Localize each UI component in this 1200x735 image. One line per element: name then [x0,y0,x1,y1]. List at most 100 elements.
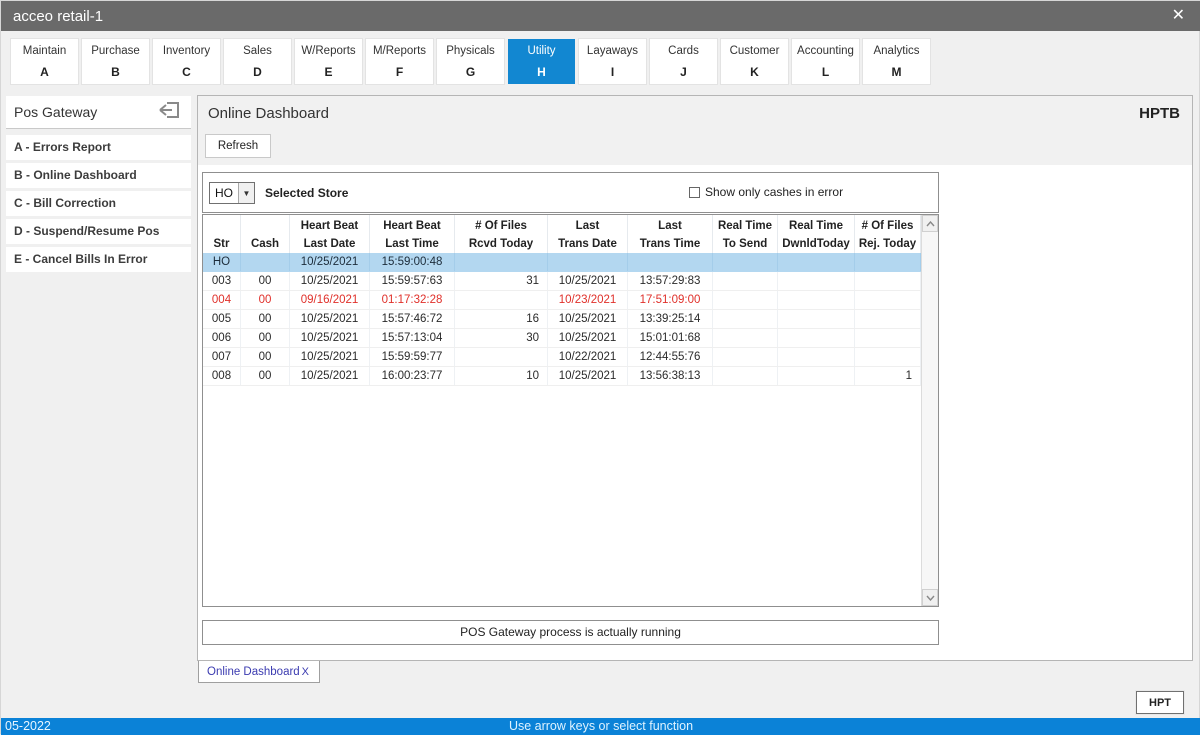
cell-hb_time: 15:59:59:77 [370,348,455,366]
tab-purchase[interactable]: PurchaseB [82,39,149,84]
tab-customer[interactable]: CustomerK [721,39,788,84]
tab-shortcut-key: B [111,65,120,79]
table-row[interactable]: 0040009/16/202101:17:32:2810/23/202117:5… [203,291,921,310]
open-screen-tab[interactable]: Online Dashboard X [198,661,320,683]
sidebar-item-d[interactable]: D - Suspend/Resume Pos [6,219,191,244]
cell-trans_time: 13:57:29:83 [628,272,713,290]
tab-label: Physicals [446,45,495,57]
cell-cash: 00 [241,272,290,290]
column-header-trans_date: LastTrans Date [548,215,628,253]
tab-m-reports[interactable]: M/Reports F [366,39,433,84]
store-dropdown[interactable]: HO ▼ [209,182,255,204]
tab-shortcut-key: F [396,65,403,79]
table-row[interactable]: 0030010/25/202115:59:57:633110/25/202113… [203,272,921,291]
sidebar-title: Pos Gateway [14,104,157,120]
tab-label: W/Reports [301,45,355,57]
column-header-trans_time: LastTrans Time [628,215,713,253]
cell-cash: 00 [241,310,290,328]
tab-w-reports[interactable]: W/Reports E [295,39,362,84]
cell-str: 004 [203,291,241,309]
cell-rt_send [713,253,778,271]
tab-inventory[interactable]: InventoryC [153,39,220,84]
tab-physicals[interactable]: PhysicalsG [437,39,504,84]
cell-files_rej [855,253,921,271]
cell-hb_time: 15:57:13:04 [370,329,455,347]
cell-files_rej [855,329,921,347]
sidebar-item-a[interactable]: A - Errors Report [6,135,191,160]
cell-str: 003 [203,272,241,290]
column-header-line2: Last Date [304,235,356,253]
page-title: Online Dashboard [208,105,329,122]
cell-files_rcvd: 31 [455,272,548,290]
tab-analytics[interactable]: AnalyticsM [863,39,930,84]
tab-sales[interactable]: SalesD [224,39,291,84]
cell-hb_date: 09/16/2021 [290,291,370,309]
open-screen-tab-label: Online Dashboard [199,666,302,678]
return-arrow-icon[interactable] [157,99,183,126]
cell-rt_send [713,291,778,309]
column-header-line1: Real Time [789,217,843,235]
tab-utility[interactable]: UtilityH [508,39,575,84]
cell-trans_time: 17:51:09:00 [628,291,713,309]
cell-hb_date: 10/25/2021 [290,272,370,290]
column-header-line2: Rej. Today [859,235,916,253]
cell-trans_time: 12:44:55:76 [628,348,713,366]
column-header-cash: Cash [241,215,290,253]
column-header-files_rej: # Of FilesRej. Today [855,215,921,253]
sidebar-header: Pos Gateway [6,96,191,129]
table-scrollbar[interactable] [921,215,938,606]
cell-files_rcvd: 30 [455,329,548,347]
chevron-down-icon[interactable]: ▼ [238,183,254,203]
scroll-up-icon[interactable] [922,215,938,232]
sidebar-item-e[interactable]: E - Cancel Bills In Error [6,247,191,272]
tab-label: M/Reports [373,45,426,57]
tab-maintain[interactable]: MaintainA [11,39,78,84]
table-row[interactable]: 0070010/25/202115:59:59:7710/22/202112:4… [203,348,921,367]
cell-rt_dwnld [778,310,855,328]
cell-rt_send [713,367,778,385]
table-row[interactable]: HO10/25/202115:59:00:48 [203,253,921,272]
cell-str: HO [203,253,241,271]
cell-files_rej: 1 [855,367,921,385]
tab-shortcut-key: E [324,65,332,79]
tab-shortcut-key: D [253,65,262,79]
tab-accounting[interactable]: AccountingL [792,39,859,84]
column-header-line1: # Of Files [475,217,527,235]
checkbox-label: Show only cashes in error [705,185,843,199]
column-header-line1: Real Time [718,217,772,235]
sidebar-item-c[interactable]: C - Bill Correction [6,191,191,216]
tab-layaways[interactable]: LayawaysI [579,39,646,84]
scroll-down-icon[interactable] [922,589,938,606]
tab-label: Utility [527,45,555,57]
tab-shortcut-key: M [892,65,902,79]
error-filter-checkbox[interactable]: Show only cashes in error [689,185,843,199]
close-icon[interactable]: ✕ [1156,1,1200,31]
column-header-hb_time: Heart BeatLast Time [370,215,455,253]
tab-cards[interactable]: CardsJ [650,39,717,84]
tab-shortcut-key: K [750,65,759,79]
tab-label: Maintain [23,45,66,57]
cell-cash: 00 [241,348,290,366]
tab-shortcut-key: L [822,65,829,79]
cell-rt_send [713,272,778,290]
refresh-button[interactable]: Refresh [205,134,271,158]
tab-shortcut-key: C [182,65,191,79]
column-header-line2: Trans Time [640,235,701,253]
hpt-button[interactable]: HPT [1136,691,1184,714]
cell-files_rcvd [455,253,548,271]
cell-rt_send [713,310,778,328]
cell-hb_time: 15:57:46:72 [370,310,455,328]
table-row[interactable]: 0060010/25/202115:57:13:043010/25/202115… [203,329,921,348]
sidebar-item-b[interactable]: B - Online Dashboard [6,163,191,188]
table-row[interactable]: 0080010/25/202116:00:23:771010/25/202113… [203,367,921,386]
cell-cash: 00 [241,367,290,385]
checkbox-icon[interactable] [689,187,700,198]
column-header-line2: Rcvd Today [469,235,533,253]
window-title: acceo retail-1 [1,8,103,25]
cell-trans_date: 10/23/2021 [548,291,628,309]
tab-label: Cards [668,45,699,57]
table-row[interactable]: 0050010/25/202115:57:46:721610/25/202113… [203,310,921,329]
tab-close-icon[interactable]: X [302,666,319,678]
cell-trans_date: 10/22/2021 [548,348,628,366]
cell-rt_dwnld [778,348,855,366]
